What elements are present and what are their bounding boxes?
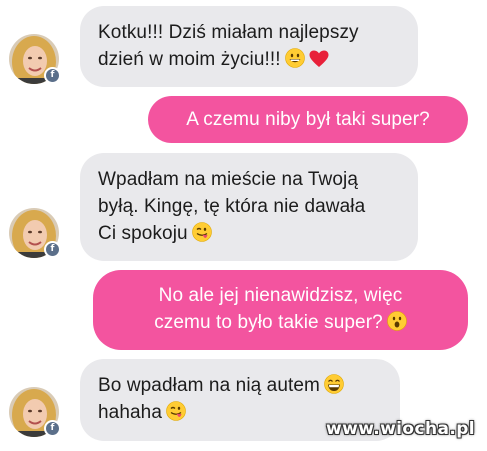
heart-emoji-icon [309,50,329,68]
surprised-emoji-icon [386,311,407,331]
laughing-emoji-icon [324,374,344,394]
messenger-badge-icon: f [44,241,61,258]
message-text: Wpadłam na mieście na Twoją [98,169,359,190]
message-text: A czemu niby był taki super? [186,109,430,130]
tongue-emoji-icon [166,401,186,421]
messenger-badge-icon: f [44,420,61,437]
message-text: hahaha [98,402,163,423]
message-text: No ale jej nienawidzisz, więc [158,285,403,306]
message-text: Kotku!!! Dziś miałam najlepszy [98,22,359,43]
message-text: byłą. Kingę, tę która nie dawała [98,196,366,217]
messenger-badge-icon: f [44,67,61,84]
message-text: dzień w moim życiu!!! [98,49,281,70]
message-text: Bo wpadłam na nią autem [98,375,320,396]
grin-emoji-icon [284,48,305,68]
chat-thread: f Kotku!!! Dziś miałam najlepszy dzień w… [0,0,487,451]
contact-avatar[interactable]: f [9,208,61,258]
contact-avatar[interactable]: f [9,387,61,437]
message-bubble-outgoing: A czemu niby był taki super? [148,96,468,143]
contact-avatar[interactable]: f [9,34,61,84]
message-text: czemu to było takie super? [154,312,383,333]
site-watermark: www.wiocha.pl [325,419,475,439]
message-bubble-incoming: Wpadłam na mieście na Twoją byłą. Kingę,… [80,153,418,261]
tongue-emoji-icon [191,222,212,242]
message-text: Ci spokoju [98,223,188,244]
message-bubble-incoming: Kotku!!! Dziś miałam najlepszy dzień w m… [80,6,418,87]
message-bubble-outgoing: No ale jej nienawidzisz, więc czemu to b… [93,270,468,350]
